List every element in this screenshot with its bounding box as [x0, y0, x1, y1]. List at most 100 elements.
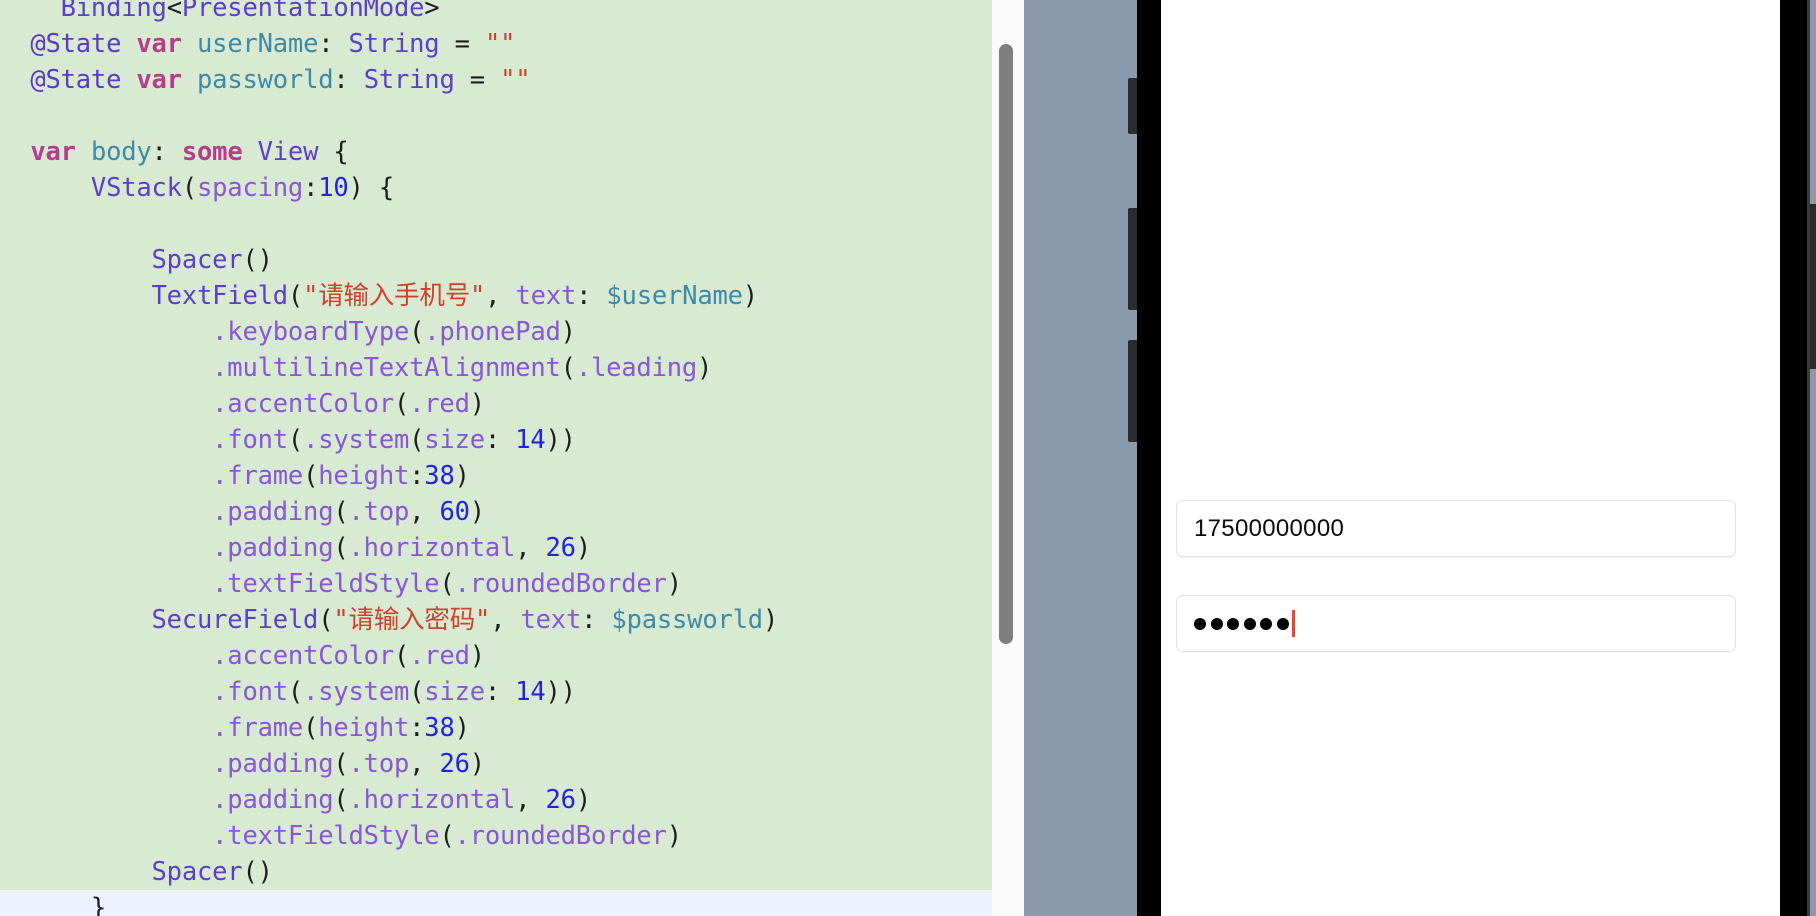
code-token: : [151, 137, 182, 167]
code-token: : [318, 29, 349, 59]
code-token: .padding [212, 749, 334, 779]
code-token: ( [439, 569, 455, 599]
code-token: size [424, 425, 485, 455]
phone-number-value: 17500000000 [1194, 514, 1345, 542]
code-line[interactable]: .padding(.top, 26) [0, 746, 992, 782]
code-line[interactable]: Spacer() [0, 242, 992, 278]
code-token: 38 [424, 461, 455, 491]
code-line[interactable]: .frame(height:38) [0, 710, 992, 746]
code-token: TextField [151, 281, 289, 311]
code-token: .horizontal [348, 785, 516, 815]
code-token: spacing [197, 173, 304, 203]
code-line[interactable]: .padding(.horizontal, 26) [0, 530, 992, 566]
code-line[interactable]: .padding(.horizontal, 26) [0, 782, 992, 818]
code-token: @State [30, 29, 122, 59]
code-text[interactable]: Binding<PresentationMode> @State var use… [0, 0, 992, 916]
code-line[interactable]: SecureField("请输入密码", text: $passworld) [0, 602, 992, 638]
device-left-bezel [1137, 0, 1161, 916]
code-line[interactable]: .accentColor(.red) [0, 386, 992, 422]
code-token: ( [333, 497, 349, 527]
code-token: some [181, 137, 243, 167]
code-token: 26 [545, 533, 577, 563]
code-line[interactable]: } [0, 890, 992, 916]
code-token: ) [742, 281, 758, 311]
code-token: passworld [197, 65, 334, 95]
mute-switch-button[interactable] [1128, 78, 1137, 134]
code-token: body [90, 137, 152, 167]
code-token: : [581, 605, 612, 635]
code-token: .horizontal [348, 533, 516, 563]
code-line[interactable]: .multilineTextAlignment(.leading) [0, 350, 992, 386]
power-button[interactable] [1810, 204, 1816, 369]
code-line[interactable]: .accentColor(.red) [0, 638, 992, 674]
code-token: 14 [515, 425, 546, 455]
code-token: : [303, 173, 319, 203]
code-token: .textFieldStyle [212, 569, 440, 599]
code-line[interactable]: var body: some View { [0, 134, 992, 170]
code-line[interactable]: .keyboardType(.phonePad) [0, 314, 992, 350]
code-token: : [484, 677, 516, 707]
code-line[interactable]: .textFieldStyle(.roundedBorder) [0, 818, 992, 854]
password-field[interactable] [1176, 595, 1736, 652]
code-line[interactable]: TextField("请输入手机号", text: $userName) [0, 278, 992, 314]
code-line[interactable]: Binding<PresentationMode> [0, 0, 992, 26]
code-token: () [242, 857, 273, 887]
password-dot [1276, 617, 1289, 630]
code-token: ) [575, 533, 591, 563]
code-line[interactable] [0, 98, 992, 134]
code-token: .padding [212, 497, 334, 527]
code-token: ( [318, 605, 334, 635]
code-line[interactable]: Spacer() [0, 854, 992, 890]
editor-scrollbar-thumb[interactable] [999, 44, 1013, 644]
volume-down-button[interactable] [1128, 340, 1137, 442]
code-line[interactable]: .frame(height:38) [0, 458, 992, 494]
code-line[interactable]: .font(.system(size: 14)) [0, 674, 992, 710]
code-token: "请输入密码" [333, 605, 491, 635]
phone-number-field[interactable]: 17500000000 [1176, 500, 1736, 557]
code-token: () [242, 245, 273, 275]
code-token: 26 [439, 749, 470, 779]
code-token: String [363, 65, 455, 95]
password-dot [1260, 617, 1272, 630]
code-token: ) [697, 353, 713, 383]
code-token: "" [484, 29, 516, 59]
code-token: ( [303, 713, 319, 743]
code-line[interactable]: @State var userName: String = "" [0, 26, 992, 62]
code-line[interactable] [0, 206, 992, 242]
editor-scrollbar-track[interactable] [992, 0, 1024, 916]
code-token: ) { [348, 173, 395, 203]
code-token: )) [545, 677, 577, 707]
volume-up-button[interactable] [1128, 208, 1137, 310]
code-token: .frame [212, 713, 304, 743]
code-line[interactable]: .padding(.top, 60) [0, 494, 992, 530]
code-token: View [257, 137, 319, 167]
code-line[interactable]: VStack(spacing:10) { [0, 170, 992, 206]
code-token: ( [287, 281, 304, 311]
simulator-screen[interactable]: 17500000000 [1161, 0, 1780, 916]
code-editor-pane[interactable]: Binding<PresentationMode> @State var use… [0, 0, 992, 916]
code-token: , [409, 497, 440, 527]
code-token: .accentColor [212, 389, 394, 419]
code-token: ( [181, 173, 197, 203]
device-left-side [1024, 0, 1140, 916]
code-line[interactable]: .font(.system(size: 14)) [0, 422, 992, 458]
code-token: .top [348, 749, 410, 779]
code-token: .roundedBorder [454, 821, 667, 851]
code-line[interactable]: .textFieldStyle(.roundedBorder) [0, 566, 992, 602]
code-token: , [490, 605, 521, 635]
code-line[interactable]: @State var passworld: String = "" [0, 62, 992, 98]
code-token: Binding [60, 0, 167, 23]
code-token: height [318, 713, 410, 743]
